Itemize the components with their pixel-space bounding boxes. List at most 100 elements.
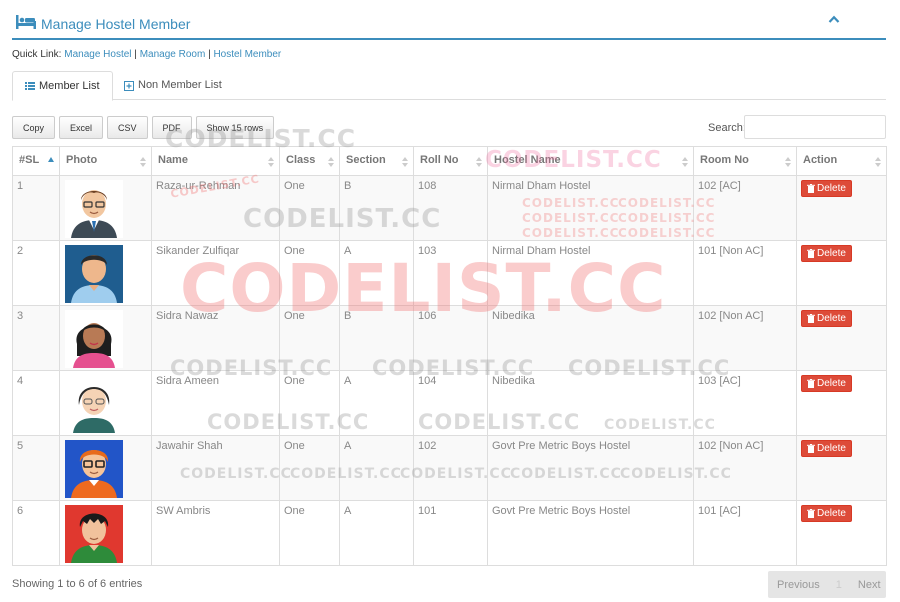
column-header-photo[interactable]: Photo <box>59 146 152 176</box>
delete-label: Delete <box>817 183 846 194</box>
panel-header: Manage Hostel Member <box>12 6 886 40</box>
table-row: 6 SW Ambris One A 101 Govt Pre Metric Bo… <box>12 500 887 566</box>
trash-icon <box>807 379 815 388</box>
sort-icon <box>476 157 482 167</box>
cell-hostel-name: Nibedika <box>487 370 694 436</box>
cell-sl: 5 <box>12 435 60 501</box>
delete-button[interactable]: Delete <box>801 505 852 522</box>
cell-action: Delete <box>796 175 887 241</box>
page-number-button[interactable]: 1 <box>836 579 842 591</box>
table-row: 4 Sidra Ameen One A 104 Nibedika 103 [AC… <box>12 370 887 436</box>
panel-title-text: Manage Hostel Member <box>41 15 191 32</box>
delete-button[interactable]: Delete <box>801 180 852 197</box>
copy-button[interactable]: Copy <box>12 116 56 139</box>
avatar-image <box>65 180 123 238</box>
link-separator: | <box>208 49 211 60</box>
quick-link-label: Quick Link: <box>12 49 62 60</box>
column-header-class[interactable]: Class <box>279 146 340 176</box>
delete-label: Delete <box>817 313 846 324</box>
cell-photo <box>59 370 152 436</box>
tab-non-member-list-label: Non Member List <box>138 79 222 91</box>
cell-roll-no: 106 <box>413 305 488 371</box>
collapse-button[interactable] <box>828 13 842 27</box>
delete-label: Delete <box>817 248 846 259</box>
delete-label: Delete <box>817 508 846 519</box>
column-header-room-no[interactable]: Room No <box>693 146 797 176</box>
chevron-up-icon <box>828 15 840 23</box>
cell-class: One <box>279 240 340 306</box>
cell-section: B <box>339 175 414 241</box>
cell-name: Jawahir Shah <box>151 435 280 501</box>
cell-hostel-name: Nirmal Dham Hostel <box>487 175 694 241</box>
column-header-section[interactable]: Section <box>339 146 414 176</box>
cell-class: One <box>279 305 340 371</box>
sort-icon <box>328 157 334 167</box>
table-header-row: #SL Photo Name Class Section Roll No Hos… <box>12 146 887 176</box>
cell-action: Delete <box>796 240 887 306</box>
cell-photo <box>59 435 152 501</box>
avatar-image <box>65 375 123 433</box>
cell-class: One <box>279 500 340 566</box>
cell-roll-no: 101 <box>413 500 488 566</box>
cell-roll-no: 108 <box>413 175 488 241</box>
cell-room-no: 103 [AC] <box>693 370 797 436</box>
cell-action: Delete <box>796 370 887 436</box>
cell-action: Delete <box>796 435 887 501</box>
cell-room-no: 101 [AC] <box>693 500 797 566</box>
tab-non-member-list[interactable]: Non Member List <box>112 71 234 100</box>
column-header-hostel-name[interactable]: Hostel Name <box>487 146 694 176</box>
csv-button[interactable]: CSV <box>107 116 148 139</box>
avatar-image <box>65 505 123 563</box>
cell-roll-no: 102 <box>413 435 488 501</box>
link-manage-hostel[interactable]: Manage Hostel <box>64 49 131 60</box>
bed-icon <box>16 15 41 32</box>
cell-hostel-name: Govt Pre Metric Boys Hostel <box>487 500 694 566</box>
show-rows-button[interactable]: Show 15 rows <box>195 116 275 139</box>
quick-links: Quick Link: Manage Hostel | Manage Room … <box>12 49 281 60</box>
delete-button[interactable]: Delete <box>801 245 852 262</box>
cell-action: Delete <box>796 500 887 566</box>
excel-button[interactable]: Excel <box>59 116 104 139</box>
sort-icon <box>875 157 881 167</box>
previous-button[interactable]: Previous <box>777 579 820 591</box>
cell-sl: 1 <box>12 175 60 241</box>
link-hostel-member[interactable]: Hostel Member <box>213 49 281 60</box>
cell-name: Sikander Zulfiqar <box>151 240 280 306</box>
avatar-image <box>65 310 123 368</box>
cell-sl: 3 <box>12 305 60 371</box>
pdf-button[interactable]: PDF <box>151 116 192 139</box>
cell-room-no: 102 [AC] <box>693 175 797 241</box>
search-input[interactable] <box>744 115 886 139</box>
cell-sl: 4 <box>12 370 60 436</box>
trash-icon <box>807 314 815 323</box>
table-row: 5 Jawahir Shah One A 102 Govt Pre Metric… <box>12 435 887 501</box>
delete-button[interactable]: Delete <box>801 440 852 457</box>
column-header-roll-no[interactable]: Roll No <box>413 146 488 176</box>
table-row: 1 Raza-ur-Rehman One B 108 Nirmal Dham H… <box>12 175 887 241</box>
cell-action: Delete <box>796 305 887 371</box>
column-header-name[interactable]: Name <box>151 146 280 176</box>
link-manage-room[interactable]: Manage Room <box>140 49 206 60</box>
column-header-sl[interactable]: #SL <box>12 146 60 176</box>
sort-icon <box>785 157 791 167</box>
cell-class: One <box>279 435 340 501</box>
trash-icon <box>807 184 815 193</box>
sort-icon <box>682 157 688 167</box>
next-button[interactable]: Next <box>858 579 881 591</box>
cell-sl: 2 <box>12 240 60 306</box>
panel-title: Manage Hostel Member <box>16 15 190 32</box>
cell-section: B <box>339 305 414 371</box>
sort-icon <box>268 157 274 167</box>
column-header-action[interactable]: Action <box>796 146 887 176</box>
cell-room-no: 102 [Non AC] <box>693 435 797 501</box>
pagination: Previous 1 Next <box>768 571 886 598</box>
cell-name: Raza-ur-Rehman <box>151 175 280 241</box>
delete-button[interactable]: Delete <box>801 310 852 327</box>
delete-label: Delete <box>817 443 846 454</box>
tab-member-list[interactable]: Member List <box>12 71 113 101</box>
cell-roll-no: 104 <box>413 370 488 436</box>
cell-section: A <box>339 435 414 501</box>
delete-button[interactable]: Delete <box>801 375 852 392</box>
cell-class: One <box>279 370 340 436</box>
cell-section: A <box>339 500 414 566</box>
